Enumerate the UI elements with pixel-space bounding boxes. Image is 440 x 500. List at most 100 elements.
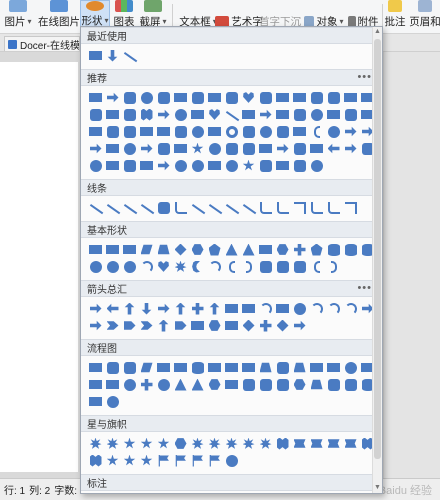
round-shape-icon[interactable] bbox=[291, 106, 308, 123]
rect-shape-icon[interactable] bbox=[87, 241, 104, 258]
arrow-shape-icon[interactable] bbox=[87, 140, 104, 157]
banner-shape-icon[interactable] bbox=[325, 435, 342, 452]
arrowu-shape-icon[interactable] bbox=[121, 300, 138, 317]
hex-shape-icon[interactable] bbox=[291, 376, 308, 393]
arrow-shape-icon[interactable] bbox=[291, 317, 308, 334]
line3-shape-icon[interactable] bbox=[291, 199, 308, 216]
rect-shape-icon[interactable] bbox=[172, 140, 189, 157]
brace-shape-icon[interactable] bbox=[308, 258, 325, 275]
picture-button[interactable]: 图片 ▾ bbox=[0, 0, 36, 33]
arc-shape-icon[interactable] bbox=[206, 258, 223, 275]
rect-shape-icon[interactable] bbox=[257, 241, 274, 258]
rect-shape-icon[interactable] bbox=[308, 359, 325, 376]
diamond-shape-icon[interactable] bbox=[274, 317, 291, 334]
round-shape-icon[interactable] bbox=[240, 123, 257, 140]
star-shape-icon[interactable] bbox=[121, 452, 138, 469]
pent2-shape-icon[interactable] bbox=[121, 317, 138, 334]
brace-shape-icon[interactable] bbox=[223, 258, 240, 275]
arc-shape-icon[interactable] bbox=[308, 300, 325, 317]
line3-shape-icon[interactable] bbox=[342, 199, 359, 216]
star-shape-icon[interactable] bbox=[104, 452, 121, 469]
rect-shape-icon[interactable] bbox=[308, 140, 325, 157]
scroll-up-icon[interactable]: ▲ bbox=[373, 27, 382, 37]
scroll-thumb[interactable] bbox=[374, 39, 381, 459]
flag-shape-icon[interactable] bbox=[172, 452, 189, 469]
circle-shape-icon[interactable] bbox=[87, 258, 104, 275]
rect-shape-icon[interactable] bbox=[240, 106, 257, 123]
rect-shape-icon[interactable] bbox=[189, 106, 206, 123]
ring-shape-icon[interactable] bbox=[223, 123, 240, 140]
rect-shape-icon[interactable] bbox=[172, 89, 189, 106]
burst-shape-icon[interactable] bbox=[240, 435, 257, 452]
round-shape-icon[interactable] bbox=[240, 140, 257, 157]
burst-shape-icon[interactable] bbox=[257, 435, 274, 452]
circle-shape-icon[interactable] bbox=[121, 258, 138, 275]
arrow-shape-icon[interactable] bbox=[87, 300, 104, 317]
brace2-shape-icon[interactable] bbox=[325, 258, 342, 275]
arrowd-shape-icon[interactable] bbox=[138, 300, 155, 317]
rect-shape-icon[interactable] bbox=[223, 317, 240, 334]
hex-shape-icon[interactable] bbox=[172, 435, 189, 452]
round-shape-icon[interactable] bbox=[291, 140, 308, 157]
rect-shape-icon[interactable] bbox=[87, 393, 104, 410]
rect-shape-icon[interactable] bbox=[223, 359, 240, 376]
line-shape-icon[interactable] bbox=[223, 199, 240, 216]
heart-shape-icon[interactable] bbox=[155, 258, 172, 275]
round-shape-icon[interactable] bbox=[189, 89, 206, 106]
line-shape-icon[interactable] bbox=[121, 199, 138, 216]
cross-shape-icon[interactable] bbox=[138, 376, 155, 393]
line2-shape-icon[interactable] bbox=[257, 199, 274, 216]
flag-shape-icon[interactable] bbox=[155, 452, 172, 469]
rect-shape-icon[interactable] bbox=[291, 89, 308, 106]
rect-shape-icon[interactable] bbox=[104, 140, 121, 157]
rect-shape-icon[interactable] bbox=[291, 123, 308, 140]
line-shape-icon[interactable] bbox=[87, 199, 104, 216]
circle-shape-icon[interactable] bbox=[172, 106, 189, 123]
rect-shape-icon[interactable] bbox=[104, 241, 121, 258]
cross-shape-icon[interactable] bbox=[257, 317, 274, 334]
rect-shape-icon[interactable] bbox=[121, 241, 138, 258]
banner-shape-icon[interactable] bbox=[342, 435, 359, 452]
banner-shape-icon[interactable] bbox=[291, 435, 308, 452]
star-shape-icon[interactable] bbox=[138, 452, 155, 469]
pent-shape-icon[interactable] bbox=[206, 241, 223, 258]
round-shape-icon[interactable] bbox=[325, 376, 342, 393]
hex-shape-icon[interactable] bbox=[206, 376, 223, 393]
wave-shape-icon[interactable] bbox=[274, 435, 291, 452]
circle-shape-icon[interactable] bbox=[87, 157, 104, 174]
arrow-shape-icon[interactable] bbox=[155, 157, 172, 174]
circle-shape-icon[interactable] bbox=[189, 157, 206, 174]
arc-shape-icon[interactable] bbox=[257, 300, 274, 317]
line-shape-icon[interactable] bbox=[138, 199, 155, 216]
line2-shape-icon[interactable] bbox=[274, 199, 291, 216]
round-shape-icon[interactable] bbox=[172, 123, 189, 140]
circle-shape-icon[interactable] bbox=[223, 157, 240, 174]
circle-shape-icon[interactable] bbox=[121, 140, 138, 157]
round-shape-icon[interactable] bbox=[121, 157, 138, 174]
circle-shape-icon[interactable] bbox=[104, 258, 121, 275]
rect-shape-icon[interactable] bbox=[274, 157, 291, 174]
heart-shape-icon[interactable] bbox=[206, 106, 223, 123]
panel-scrollbar[interactable]: ▲ ▼ bbox=[372, 27, 382, 493]
cyl-shape-icon[interactable] bbox=[189, 359, 206, 376]
trap-shape-icon[interactable] bbox=[291, 359, 308, 376]
header-footer-button[interactable]: 页眉和 bbox=[409, 0, 440, 33]
round-shape-icon[interactable] bbox=[87, 106, 104, 123]
circle-shape-icon[interactable] bbox=[291, 300, 308, 317]
circle-shape-icon[interactable] bbox=[155, 376, 172, 393]
burst-shape-icon[interactable] bbox=[223, 435, 240, 452]
round-shape-icon[interactable] bbox=[155, 199, 172, 216]
rect-shape-icon[interactable] bbox=[87, 47, 104, 64]
comment-button[interactable]: 批注 bbox=[384, 0, 406, 33]
arrow-shape-icon[interactable] bbox=[155, 300, 172, 317]
rect-shape-icon[interactable] bbox=[104, 376, 121, 393]
moon-shape-icon[interactable] bbox=[189, 258, 206, 275]
rect-shape-icon[interactable] bbox=[274, 89, 291, 106]
rect-shape-icon[interactable] bbox=[223, 300, 240, 317]
scroll-down-icon[interactable]: ▼ bbox=[373, 483, 382, 493]
cyl-shape-icon[interactable] bbox=[325, 241, 342, 258]
circle-shape-icon[interactable] bbox=[138, 89, 155, 106]
rect-shape-icon[interactable] bbox=[342, 89, 359, 106]
round-shape-icon[interactable] bbox=[274, 376, 291, 393]
trap-shape-icon[interactable] bbox=[257, 359, 274, 376]
